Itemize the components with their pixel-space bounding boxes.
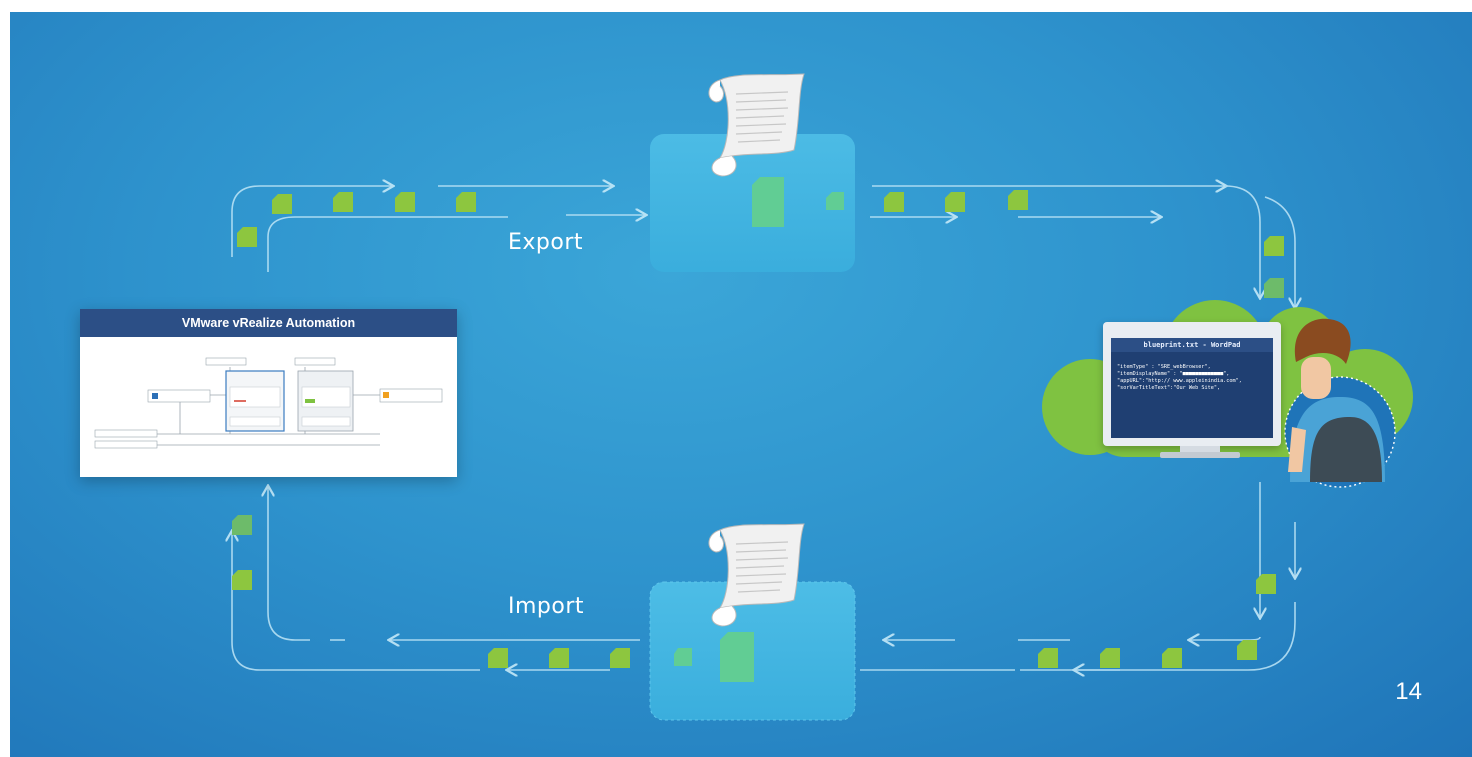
file-icon: [674, 648, 692, 666]
file-icon: [1256, 574, 1276, 594]
file-icon: [1264, 236, 1284, 256]
page-number: 14: [1395, 678, 1422, 705]
code-line: "appURL":"http:// www.appleinindia.com",: [1117, 378, 1242, 384]
file-icon: [333, 192, 353, 212]
file-icon: [456, 192, 476, 212]
code-line: "sorVarTitleText":"Our Web Site",: [1117, 385, 1221, 391]
file-icon: [549, 648, 569, 668]
code-line: "itemType" : "SRE_webBrowser",: [1117, 364, 1211, 370]
file-icon: [1038, 648, 1058, 668]
export-label: Export: [508, 230, 584, 255]
file-icon: [884, 192, 904, 212]
editor-window: blueprint.txt - WordPad "itemType" : "SR…: [1111, 338, 1273, 438]
code-block: "itemType" : "SRE_webBrowser", "itemDisp…: [1111, 352, 1273, 392]
file-icon: [1100, 648, 1120, 668]
file-icon: [395, 192, 415, 212]
file-icon: [610, 648, 630, 668]
person-icon: [1284, 318, 1396, 488]
file-icon: [1008, 190, 1028, 210]
file-icon: [488, 648, 508, 668]
file-icon: [232, 570, 252, 590]
file-icon: [237, 227, 257, 247]
code-line: "itemDisplayName" : "■■■■■■■■■■■■■",: [1117, 371, 1230, 377]
monitor-icon: blueprint.txt - WordPad "itemType" : "SR…: [1103, 322, 1281, 446]
file-icon: [752, 177, 784, 227]
import-label: Import: [508, 594, 585, 619]
file-icon: [1264, 278, 1284, 298]
file-icon: [232, 515, 252, 535]
editor-window-title: blueprint.txt - WordPad: [1111, 338, 1273, 352]
vra-window: VMware vRealize Automation: [80, 309, 457, 477]
file-icon: [272, 194, 292, 214]
file-icon: [1237, 640, 1257, 660]
vra-window-title: VMware vRealize Automation: [80, 309, 457, 337]
file-icon: [1162, 648, 1182, 668]
diagram-stage: Export Import VMware vRealize Automation: [10, 12, 1472, 757]
file-icon: [720, 632, 754, 682]
vra-blueprint-canvas: [94, 357, 443, 449]
file-icon: [945, 192, 965, 212]
